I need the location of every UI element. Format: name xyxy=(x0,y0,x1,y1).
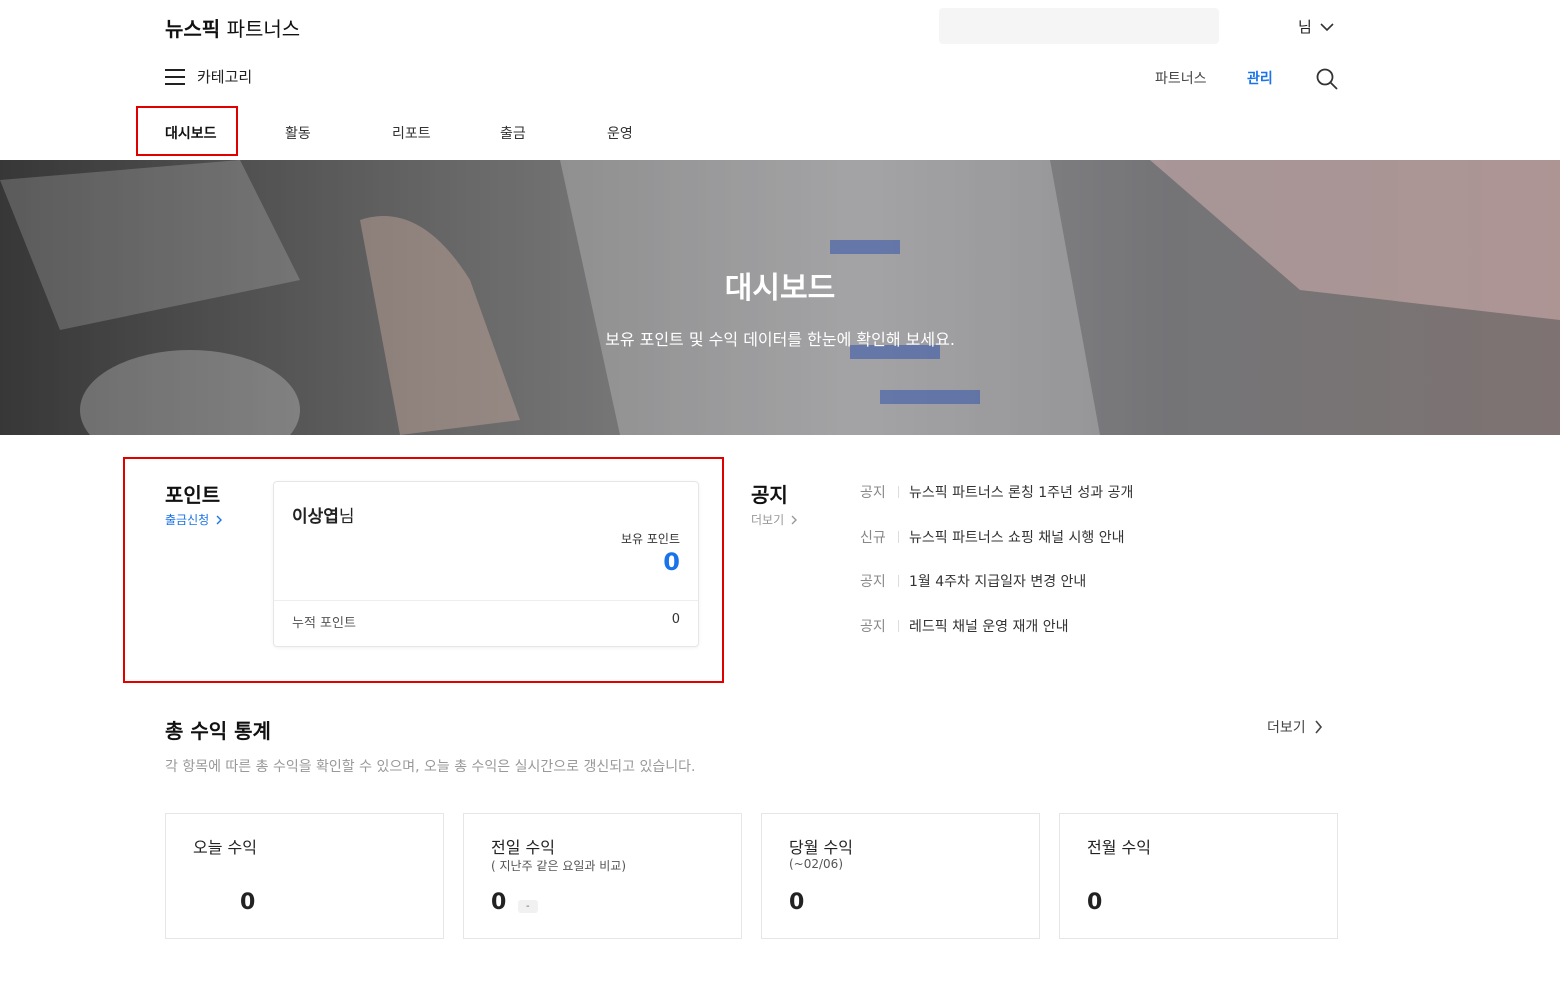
chevron-right-icon xyxy=(1315,720,1322,734)
highlight-box-points xyxy=(123,457,724,683)
stat-label: 전일 수익 xyxy=(491,838,555,857)
notice-tag: 공지 xyxy=(860,619,886,635)
earnings-description: 각 항목에 따른 총 수익을 확인할 수 있으며, 오늘 총 수익은 실시간으로… xyxy=(165,759,696,775)
notice-more-link[interactable]: 더보기 xyxy=(751,511,798,528)
notice-separator xyxy=(898,620,899,632)
tab-operation[interactable]: 운영 xyxy=(607,123,633,143)
highlight-box-tab xyxy=(136,106,238,156)
stat-value: 0 xyxy=(240,890,256,915)
hero-subtitle: 보유 포인트 및 수익 데이터를 한눈에 확인해 보세요. xyxy=(605,330,955,349)
earnings-more-label: 더보기 xyxy=(1267,720,1306,736)
hamburger-icon xyxy=(165,68,185,85)
hero-banner: 대시보드 보유 포인트 및 수익 데이터를 한눈에 확인해 보세요. xyxy=(0,160,1560,435)
notice-item[interactable]: 신규 뉴스픽 파트너스 쇼핑 채널 시행 안내 xyxy=(860,527,1124,547)
notice-separator xyxy=(898,575,899,587)
stat-card-yesterday: 전일 수익 ( 지난주 같은 요일과 비교) 0 - xyxy=(463,813,742,939)
earnings-title: 총 수익 통계 xyxy=(165,719,271,743)
stat-change-badge: - xyxy=(518,900,538,913)
stat-card-today: 오늘 수익 0 xyxy=(165,813,444,939)
notice-separator xyxy=(898,531,899,543)
stat-label: 오늘 수익 xyxy=(193,838,257,857)
notice-tag: 신규 xyxy=(860,530,886,546)
stat-value: 0 xyxy=(1087,890,1103,915)
header-search-box[interactable] xyxy=(939,8,1219,44)
chevron-down-icon xyxy=(1320,22,1334,31)
category-menu[interactable]: 카테고리 xyxy=(165,66,252,87)
stat-label: 전월 수익 xyxy=(1087,838,1151,857)
logo-bold: 뉴스픽 xyxy=(165,17,221,41)
notice-item[interactable]: 공지 레드픽 채널 운영 재개 안내 xyxy=(860,616,1068,636)
search-icon[interactable] xyxy=(1315,67,1339,91)
stat-card-last-month: 전월 수익 0 xyxy=(1059,813,1338,939)
hero-title: 대시보드 xyxy=(724,271,836,306)
category-label: 카테고리 xyxy=(197,68,253,86)
earnings-more-link[interactable]: 더보기 xyxy=(1267,717,1323,737)
notice-tag: 공지 xyxy=(860,574,886,590)
notice-more-label: 더보기 xyxy=(751,513,785,527)
notice-item[interactable]: 공지 뉴스픽 파트너스 론칭 1주년 성과 공개 xyxy=(860,482,1133,502)
stat-value: 0 xyxy=(491,890,507,915)
stat-sublabel: (~02/06) xyxy=(789,857,843,871)
notice-separator xyxy=(898,486,899,498)
notice-tag: 공지 xyxy=(860,485,886,501)
tab-activity[interactable]: 활동 xyxy=(285,123,311,143)
tab-withdraw[interactable]: 출금 xyxy=(500,123,526,143)
stat-sublabel: ( 지난주 같은 요일과 비교) xyxy=(491,859,627,873)
nav-link-partners[interactable]: 파트너스 xyxy=(1155,68,1207,88)
stat-label: 당월 수익 xyxy=(789,838,853,857)
notice-item-title: 1월 4주차 지급일자 변경 안내 xyxy=(909,574,1087,590)
user-label: 님 xyxy=(1298,18,1312,36)
logo-rest: 파트너스 xyxy=(226,17,301,41)
logo[interactable]: 뉴스픽 파트너스 xyxy=(165,13,300,42)
notice-item[interactable]: 공지 1월 4주차 지급일자 변경 안내 xyxy=(860,571,1086,591)
tab-report[interactable]: 리포트 xyxy=(392,123,431,143)
chevron-right-icon xyxy=(791,515,798,524)
notice-item-title: 뉴스픽 파트너스 론칭 1주년 성과 공개 xyxy=(909,485,1134,501)
notice-title: 공지 xyxy=(751,483,788,507)
notice-item-title: 레드픽 채널 운영 재개 안내 xyxy=(909,619,1069,635)
nav-link-manage[interactable]: 관리 xyxy=(1247,68,1273,88)
stat-value: 0 xyxy=(789,890,805,915)
stat-card-this-month: 당월 수익 (~02/06) 0 xyxy=(761,813,1040,939)
user-menu[interactable]: 님 xyxy=(1298,16,1334,37)
notice-item-title: 뉴스픽 파트너스 쇼핑 채널 시행 안내 xyxy=(909,530,1125,546)
